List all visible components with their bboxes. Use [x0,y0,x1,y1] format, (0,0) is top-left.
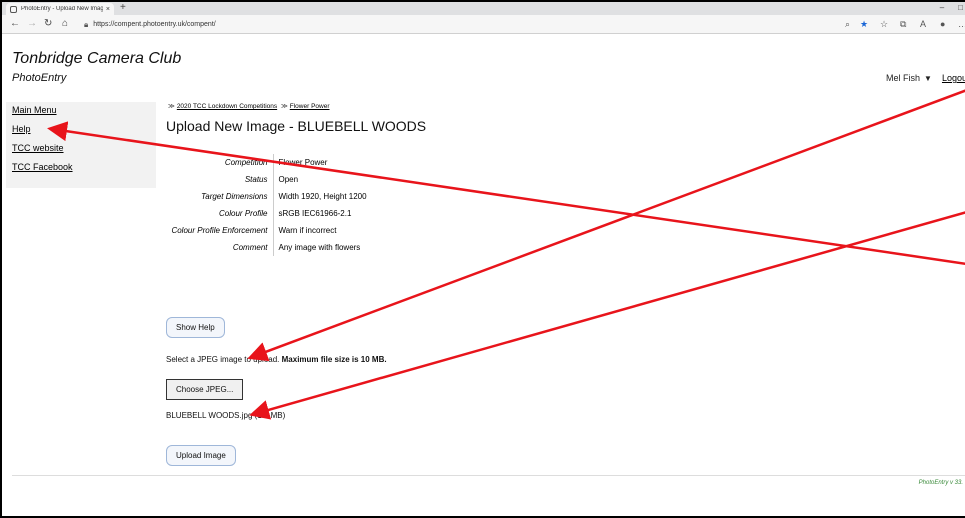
detail-label: Competition [166,154,274,171]
detail-label: Target Dimensions [166,188,274,205]
read-aloud-icon[interactable]: A [920,18,926,30]
tab-title: PhotoEntry - Upload New Image [21,6,103,12]
home-icon[interactable]: ⌂ [62,18,68,30]
logout-link[interactable]: Logou [942,73,965,83]
browser-window: PhotoEntry - Upload New Image × + – □ ← … [0,0,965,518]
detail-label: Comment [166,239,274,256]
close-tab-icon[interactable]: × [106,6,110,13]
selected-file-info: BLUEBELL WOODS.jpg (1.5 MB) [166,411,286,420]
competition-details-table: Competition Flower Power Status Open Tar… [166,154,372,256]
sidebar: Main Menu Help TCC website TCC Facebook [6,102,156,188]
url-field[interactable]: 🔒︎ https://compent.photoentry.uk/compent… [84,18,854,31]
detail-value: Flower Power [278,158,328,167]
table-row: Target Dimensions Width 1920, Height 120… [166,188,372,205]
table-row: Comment Any image with flowers [166,239,372,256]
detail-label: Status [166,171,274,188]
back-icon[interactable]: ← [10,18,20,30]
club-title: Tonbridge Camera Club [12,50,182,67]
breadcrumb-flower-power-link[interactable]: Flower Power [290,103,330,110]
refresh-icon[interactable]: ↻ [44,18,52,30]
lock-icon: 🔒︎ [84,19,89,29]
collections-icon[interactable]: ⧉ [900,18,906,30]
detail-label: Colour Profile Enforcement [166,222,274,239]
breadcrumb-competitions-link[interactable]: 2020 TCC Lockdown Competitions [177,103,277,110]
choose-jpeg-button[interactable]: Choose JPEG... [166,379,244,400]
favorites-icon[interactable]: ☆ [880,18,888,30]
new-tab-button[interactable]: + [120,2,126,14]
sidebar-item-main-menu[interactable]: Main Menu [12,106,150,115]
web-page: Tonbridge Camera Club PhotoEntry Mel Fis… [2,35,965,516]
breadcrumb: ≫ 2020 TCC Lockdown Competitions ≫ Flower … [166,102,956,110]
browser-tab[interactable]: PhotoEntry - Upload New Image × [6,3,114,15]
tab-strip: PhotoEntry - Upload New Image × + – □ [2,2,965,15]
detail-label: Colour Profile [166,205,274,222]
sidebar-item-tcc-facebook[interactable]: TCC Facebook [12,163,150,172]
detail-value: sRGB IEC61966-2.1 [278,209,352,218]
detail-value: Warn if incorrect [278,226,337,235]
chevron-down-icon[interactable]: ▼ [924,74,932,83]
maximize-icon[interactable]: □ [958,2,963,14]
main-content: ≫ 2020 TCC Lockdown Competitions ≫ Flower … [166,102,956,466]
favorite-star-icon[interactable]: ★ [860,18,868,30]
footer-divider [12,475,965,476]
app-title: PhotoEntry [12,72,67,84]
user-name[interactable]: Mel Fish [886,73,920,83]
user-menu: Mel Fish ▼ Logou [886,73,965,83]
table-row: Competition Flower Power [166,154,372,171]
sidebar-item-help[interactable]: Help [12,125,150,134]
profile-icon[interactable]: ● [940,18,945,30]
footer-version: PhotoEntry v 33. [918,480,963,486]
instruction-text: Select a JPEG image to upload. [166,355,280,364]
upload-instruction: Select a JPEG image to upload. Maximum f… [166,355,387,364]
favicon-icon [10,5,17,13]
table-row: Colour Profile Enforcement Warn if incor… [166,222,372,239]
max-file-size-text: Maximum file size is 10 MB. [281,355,387,364]
forward-icon[interactable]: → [27,18,37,30]
address-bar: ← → ↻ ⌂ 🔒︎ https://compent.photoentry.uk… [2,15,965,34]
window-controls: – □ [940,2,963,14]
table-row: Colour Profile sRGB IEC61966-2.1 [166,205,372,222]
breadcrumb-separator: ≫ [280,103,288,110]
more-icon[interactable]: … [958,18,965,30]
show-help-button[interactable]: Show Help [166,317,225,338]
minimize-icon[interactable]: – [940,2,944,14]
table-row: Status Open [166,171,372,188]
upload-image-button[interactable]: Upload Image [166,445,236,466]
url-text: https://compent.photoentry.uk/compent/ [93,21,216,28]
zoom-icon[interactable]: ⌕ [845,18,850,30]
breadcrumb-separator: ≫ [168,103,175,110]
detail-value: Open [278,175,299,184]
page-title: Upload New Image - BLUEBELL WOODS [166,118,427,134]
sidebar-item-tcc-website[interactable]: TCC website [12,144,150,153]
detail-value: Width 1920, Height 1200 [278,192,367,201]
detail-value: Any image with flowers [278,243,361,252]
